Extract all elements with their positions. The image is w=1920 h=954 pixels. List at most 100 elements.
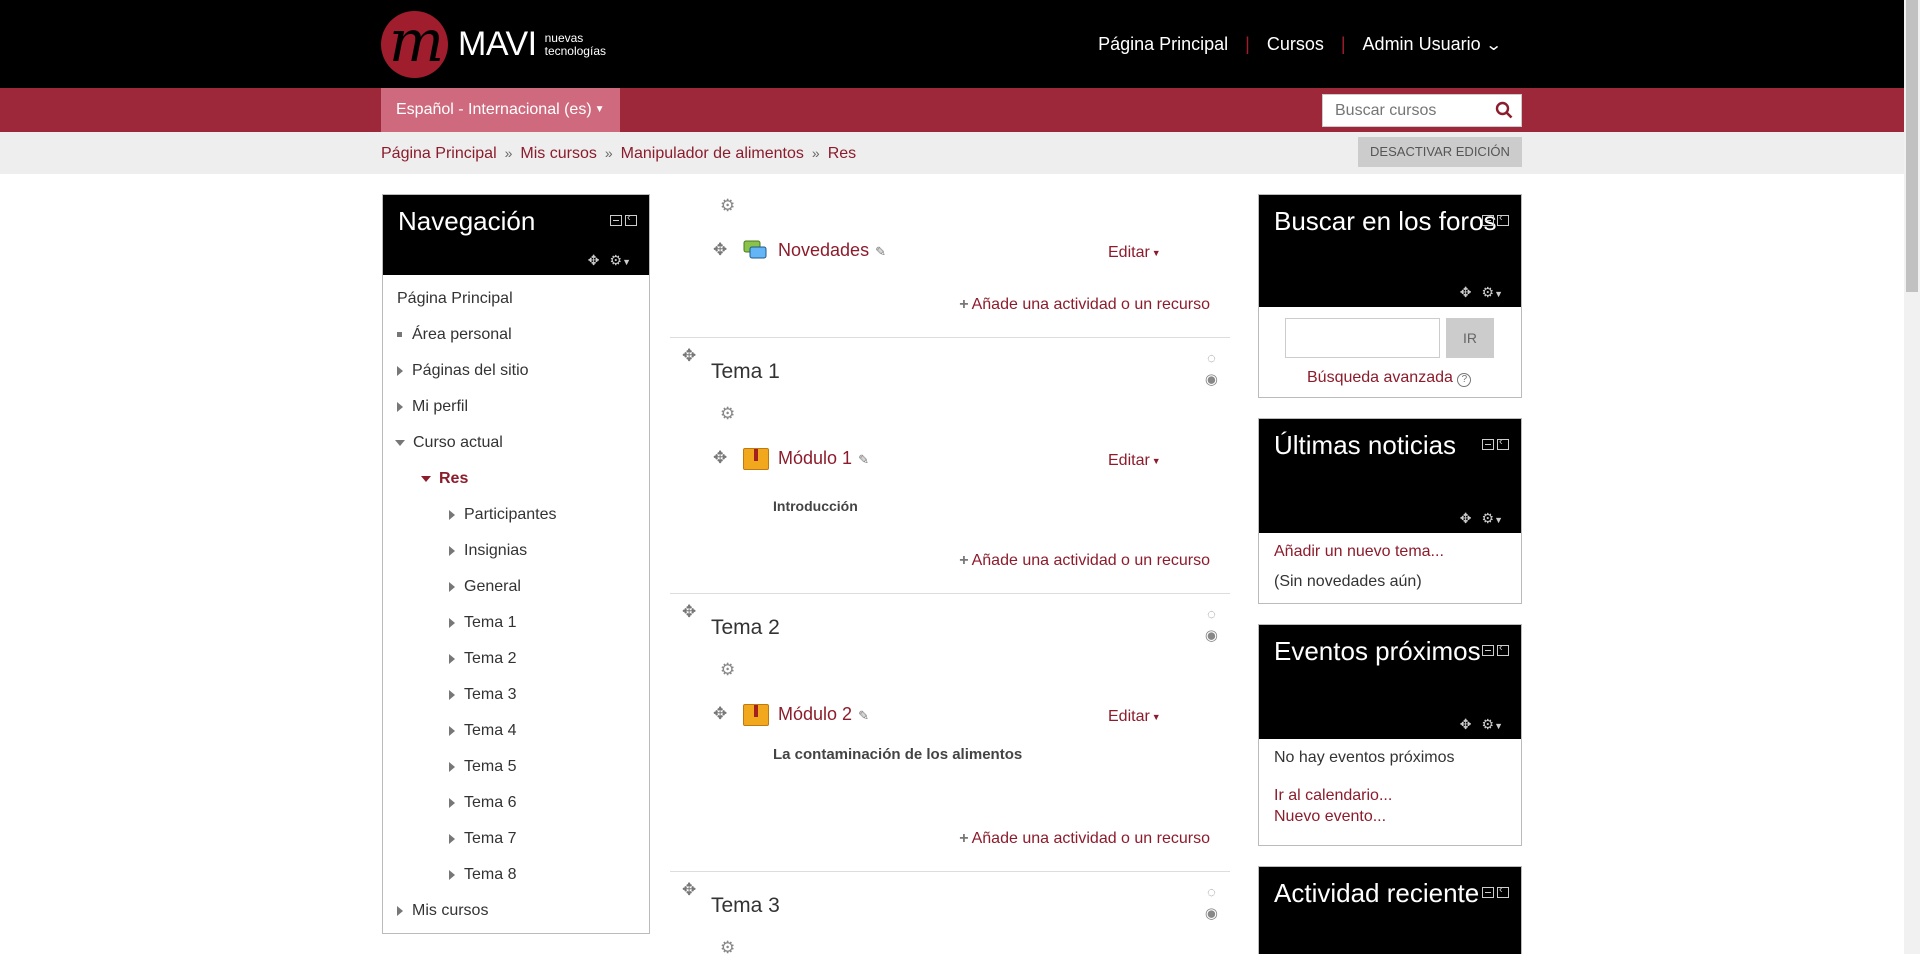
nav-item-participants[interactable]: Participantes [383, 503, 649, 539]
section-summary: Introducción [773, 498, 858, 514]
expand-icon [449, 869, 455, 880]
move-icon[interactable]: ✥ [713, 448, 727, 468]
move-icon[interactable]: ✥ [682, 346, 696, 366]
activity-link-module-2[interactable]: Módulo 2 ✎ [778, 704, 869, 725]
move-icon[interactable]: ✥ [1460, 716, 1472, 733]
gear-icon[interactable]: ⚙ [720, 660, 735, 680]
help-icon[interactable]: ? [1457, 373, 1472, 387]
expand-icon [397, 401, 403, 412]
dock-icon[interactable] [1497, 642, 1509, 656]
edit-title-pencil-icon[interactable]: ✎ [875, 244, 886, 259]
nav-item-my-courses[interactable]: Mis cursos [383, 899, 649, 935]
gear-icon[interactable]: ⚙▼ [1482, 284, 1503, 301]
add-activity-link[interactable]: + Añade una actividad o un recurso [959, 552, 1210, 570]
nav-item-topic[interactable]: Tema 7 [383, 827, 649, 863]
highlight-lightbulb-icon[interactable]: ◌ [1205, 604, 1218, 625]
dock-icon[interactable] [1497, 884, 1509, 898]
move-icon[interactable]: ✥ [713, 704, 727, 724]
add-activity-link[interactable]: + Añade una actividad o un recurso [959, 296, 1210, 314]
eye-icon[interactable]: ◉ [1205, 625, 1218, 646]
expand-icon [449, 797, 455, 808]
add-activity-link[interactable]: + Añade una actividad o un recurso [959, 830, 1210, 848]
nav-item-profile[interactable]: Mi perfil [383, 395, 649, 431]
nav-item-topic[interactable]: Tema 8 [383, 863, 649, 899]
gear-icon[interactable]: ⚙ [720, 938, 735, 954]
site-logo[interactable]: m MAVI nuevas tecnologías [381, 11, 606, 78]
activity-edit-menu[interactable]: Editar ▼ [1108, 708, 1161, 726]
book-icon [743, 448, 769, 470]
edit-title-pencil-icon[interactable]: ✎ [858, 708, 869, 723]
gear-icon[interactable]: ⚙▼ [1482, 716, 1503, 733]
scrollbar-thumb[interactable] [1906, 0, 1918, 292]
activity-link-module-1[interactable]: Módulo 1 ✎ [778, 448, 869, 469]
move-icon[interactable]: ✥ [713, 240, 727, 260]
highlight-lightbulb-icon[interactable]: ◌ [1205, 348, 1218, 369]
section-title: Tema 3 [711, 894, 780, 917]
gear-icon[interactable]: ⚙ [720, 404, 735, 424]
search-icon[interactable] [1495, 101, 1513, 119]
add-news-topic-link[interactable]: Añadir un nuevo tema... [1274, 543, 1444, 561]
move-icon[interactable]: ✥ [1460, 284, 1472, 301]
nav-courses-link[interactable]: Cursos [1267, 34, 1324, 55]
move-icon[interactable]: ✥ [588, 252, 600, 269]
nav-item-badges[interactable]: Insignias [383, 539, 649, 575]
minimize-icon[interactable] [1482, 439, 1494, 450]
dock-icon[interactable] [1497, 212, 1509, 226]
nav-item-current-course[interactable]: Curso actual [383, 431, 649, 467]
breadcrumb-course[interactable]: Manipulador de alimentos [621, 145, 804, 163]
toggle-editing-button[interactable]: DESACTIVAR EDICIÓN [1358, 137, 1522, 167]
expand-icon [449, 689, 455, 700]
page-scrollbar[interactable] [1904, 0, 1920, 954]
gear-icon[interactable]: ⚙▼ [1482, 510, 1503, 527]
block-header: Actividad reciente [1259, 867, 1521, 954]
highlight-lightbulb-icon[interactable]: ◌ [1205, 882, 1218, 903]
breadcrumb-my-courses[interactable]: Mis cursos [520, 145, 596, 163]
dock-icon[interactable] [625, 212, 637, 226]
block-header: Últimas noticias ✥⚙▼ [1259, 419, 1521, 533]
breadcrumb-current[interactable]: Res [828, 145, 856, 163]
activity-link-news[interactable]: Novedades ✎ [778, 240, 886, 261]
nav-item-home[interactable]: Página Principal [383, 287, 649, 323]
block-header: Eventos próximos ✥⚙▼ [1259, 625, 1521, 739]
gear-icon[interactable]: ⚙ [720, 196, 735, 216]
nav-home-link[interactable]: Página Principal [1098, 34, 1228, 55]
eye-icon[interactable]: ◉ [1205, 903, 1218, 924]
new-event-link[interactable]: Nuevo evento... [1274, 808, 1386, 826]
nav-item-topic[interactable]: Tema 2 [383, 647, 649, 683]
nav-item-topic[interactable]: Tema 1 [383, 611, 649, 647]
nav-item-area-personal[interactable]: Área personal [383, 323, 649, 359]
move-icon[interactable]: ✥ [1460, 510, 1472, 527]
minimize-icon[interactable] [1482, 215, 1494, 226]
minimize-icon[interactable] [1482, 887, 1494, 898]
forum-search-input[interactable] [1285, 318, 1440, 358]
breadcrumb-home[interactable]: Página Principal [381, 145, 497, 163]
move-icon[interactable]: ✥ [682, 602, 696, 622]
activity-edit-menu[interactable]: Editar ▼ [1108, 244, 1161, 262]
nav-item-topic[interactable]: Tema 5 [383, 755, 649, 791]
bullet-icon [397, 332, 402, 338]
nav-item-general[interactable]: General [383, 575, 649, 611]
edit-title-pencil-icon[interactable]: ✎ [858, 452, 869, 467]
forum-search-go-button[interactable]: IR [1446, 318, 1494, 358]
course-section-general: ⚙ ✥ Novedades ✎ Editar ▼ + Añade una activi… [670, 190, 1230, 338]
nav-item-topic[interactable]: Tema 4 [383, 719, 649, 755]
search-input[interactable] [1323, 95, 1483, 126]
eye-icon[interactable]: ◉ [1205, 369, 1218, 390]
nav-item-topic[interactable]: Tema 6 [383, 791, 649, 827]
calendar-link[interactable]: Ir al calendario... [1274, 787, 1392, 805]
minimize-icon[interactable] [610, 215, 622, 226]
advanced-search-link[interactable]: Búsqueda avanzada ? [1307, 369, 1472, 387]
language-selector[interactable]: Español - Internacional (es) ▼ [381, 88, 620, 132]
nav-item-site-pages[interactable]: Páginas del sitio [383, 359, 649, 395]
navigation-tree: Página Principal Área personal Páginas d… [383, 275, 649, 935]
move-icon[interactable]: ✥ [682, 880, 696, 900]
navigation-block: Navegación ✥⚙▼ Página Principal Área per… [382, 194, 650, 934]
user-menu[interactable]: Admin Usuario ⌄ [1363, 34, 1502, 55]
dock-icon[interactable] [1497, 436, 1509, 450]
minimize-icon[interactable] [1482, 645, 1494, 656]
nav-item-topic[interactable]: Tema 3 [383, 683, 649, 719]
nav-item-course-res[interactable]: Res [383, 467, 649, 503]
gear-icon[interactable]: ⚙▼ [610, 252, 631, 269]
activity-edit-menu[interactable]: Editar ▼ [1108, 452, 1161, 470]
book-icon [743, 704, 769, 726]
